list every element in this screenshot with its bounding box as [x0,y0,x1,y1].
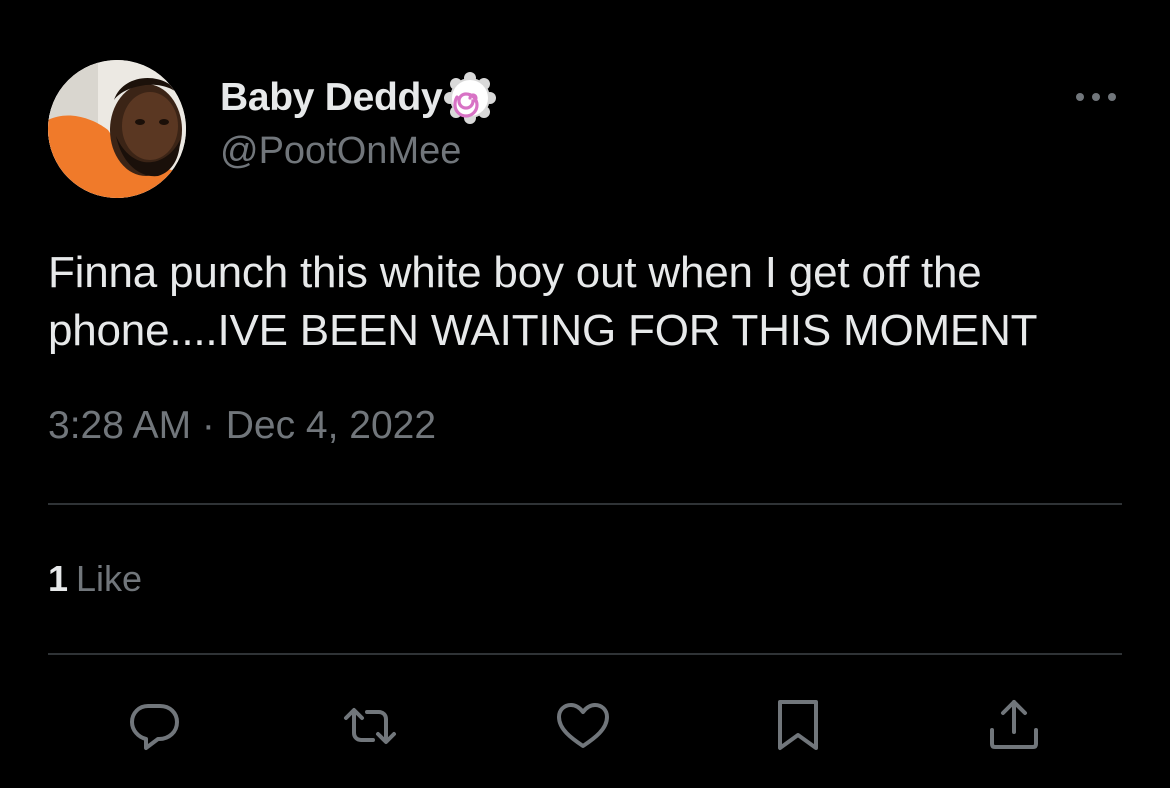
timestamp[interactable]: 3:28 AM · Dec 4, 2022 [48,404,436,448]
bookmark-button[interactable] [768,696,828,756]
tweet-text-line-1: Finna punch this white boy out when I ge… [48,248,982,297]
reply-button[interactable] [124,696,184,756]
author-name-row[interactable]: Baby Deddy [220,72,497,124]
tweet-detail: Baby Deddy @PootOnMee Finna punch this w… [0,0,1170,788]
avatar-image [48,60,186,198]
display-name[interactable]: Baby Deddy [220,76,443,120]
avatar[interactable] [48,60,186,198]
retweet-button[interactable] [340,696,400,756]
like-icon [557,703,609,748]
like-button[interactable] [553,696,613,756]
reply-icon [130,704,179,750]
divider [48,503,1122,505]
share-icon [990,700,1038,749]
more-options-button[interactable] [1072,82,1120,112]
likes-label: Like [76,558,143,599]
likes-stat[interactable]: 1 Like [48,558,142,600]
ellipsis-icon [1076,93,1116,101]
tweet-text: Finna punch this white boy out when I ge… [48,244,1138,360]
bookmark-icon [778,700,818,750]
share-button[interactable] [984,696,1044,756]
retweet-icon [344,708,396,744]
divider [48,653,1122,655]
author-handle[interactable]: @PootOnMee [220,130,461,173]
tweet-text-line-2: phone....IVE BEEN WAITING FOR THIS MOMEN… [48,306,1038,355]
likes-count: 1 [48,558,69,599]
pink-swirl-emoji-icon [444,72,497,124]
